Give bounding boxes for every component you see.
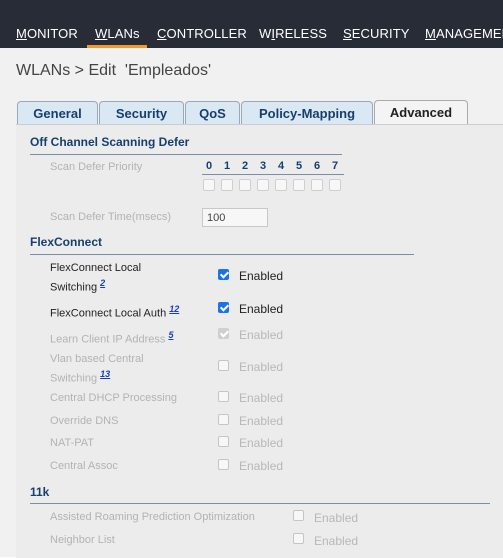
priority-checkbox-2[interactable] [239,179,251,191]
assisted-roaming-checkbox [293,510,304,521]
top-navigation-bar: MONITOR WLANs CONTROLLER WIRELESS SECURI… [0,0,503,48]
neighbor-list-label: Neighbor List [50,534,115,546]
tab-security[interactable]: Security [99,101,184,124]
tab-qos[interactable]: QoS [185,101,240,124]
section-heading-flexconnect: FlexConnect [30,235,103,249]
scan-defer-priority-label: Scan Defer Priority [50,161,143,173]
section-heading-off-channel: Off Channel Scanning Defer [30,135,190,149]
priority-digit-6: 6 [313,160,321,172]
nav-management[interactable]: MANAGEMEN [425,26,503,41]
nav-security[interactable]: SECURITY [343,26,410,41]
flexconnect-local-auth-label: FlexConnect Local Auth 12 [50,304,180,320]
priority-digit-5: 5 [295,160,303,172]
priority-digit-2: 2 [241,160,249,172]
footnote-link-2[interactable]: 2 [100,278,105,288]
footnote-link-12[interactable]: 12 [169,304,179,314]
tab-general[interactable]: General [17,101,98,124]
learn-client-ip-state: Enabled [239,328,284,342]
section-heading-11k: 11k [30,485,50,499]
priority-checkbox-6[interactable] [311,179,323,191]
footnote-link-5[interactable]: 5 [168,330,173,340]
priority-digit-1: 1 [223,160,231,172]
nat-pat-state: Enabled [239,436,284,450]
priority-digit-4: 4 [277,160,285,172]
neighbor-list-checkbox [293,533,304,544]
learn-client-ip-label: Learn Client IP Address 5 [50,330,174,346]
vlan-central-switching-label: Vlan based Central Switching 13 [50,353,144,385]
priority-digit-7: 7 [331,160,339,172]
nav-wireless[interactable]: WIRELESS [259,26,327,41]
override-dns-label: Override DNS [50,415,119,427]
central-dhcp-checkbox [218,391,229,402]
central-assoc-checkbox [218,459,229,470]
page-title: WLANs > Edit 'Empleados' [16,62,212,79]
footnote-link-13[interactable]: 13 [100,369,110,379]
learn-client-ip-checkbox [218,328,229,339]
section-rule [30,154,342,155]
flexconnect-local-switching-label: FlexConnect Local Switching 2 [50,262,142,294]
central-dhcp-state: Enabled [239,391,284,405]
nat-pat-label: NAT-PAT [50,437,94,449]
override-dns-state: Enabled [239,414,284,428]
priority-checkbox-4[interactable] [275,179,287,191]
assisted-roaming-label: Assisted Roaming Prediction Optimization [50,511,255,523]
flexconnect-local-switching-state: Enabled [239,269,284,283]
assisted-roaming-state: Enabled [314,511,359,525]
tab-advanced[interactable]: Advanced [374,100,468,125]
neighbor-list-state: Enabled [314,534,359,548]
central-assoc-label: Central Assoc [50,460,118,472]
priority-checkbox-7[interactable] [329,179,341,191]
tab-policy-mapping[interactable]: Policy-Mapping [241,101,373,124]
priority-checkbox-0[interactable] [203,179,215,191]
nav-wlans[interactable]: WLANs [95,26,140,41]
flexconnect-local-auth-checkbox[interactable] [218,302,229,313]
flexconnect-local-switching-checkbox[interactable] [218,269,229,280]
vlan-central-switching-state: Enabled [239,360,284,374]
priority-checkbox-5[interactable] [293,179,305,191]
central-assoc-state: Enabled [239,459,284,473]
priority-digit-0: 0 [205,160,213,172]
nat-pat-checkbox [218,436,229,447]
priority-digit-rule [202,174,344,175]
flexconnect-local-auth-state: Enabled [239,302,284,316]
section-rule [30,503,490,504]
nav-monitor[interactable]: MONITOR [16,26,78,41]
nav-controller[interactable]: CONTROLLER [157,26,247,41]
section-rule [30,254,414,255]
scan-defer-time-label: Scan Defer Time(msecs) [50,211,172,223]
priority-checkbox-3[interactable] [257,179,269,191]
priority-digit-3: 3 [259,160,267,172]
scan-defer-time-input[interactable]: 100 [202,208,268,227]
priority-checkbox-1[interactable] [221,179,233,191]
central-dhcp-label: Central DHCP Processing [50,392,177,404]
override-dns-checkbox [218,414,229,425]
vlan-central-switching-checkbox [218,360,229,371]
